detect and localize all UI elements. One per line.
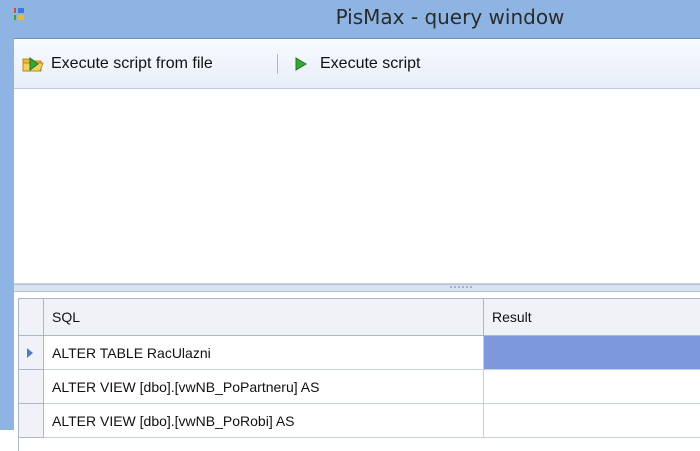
result-cell[interactable] [484, 404, 700, 438]
splitter[interactable] [14, 284, 700, 292]
execute-script-from-file-button[interactable]: Execute script from file [22, 53, 213, 75]
folder-play-icon [22, 55, 44, 73]
sql-cell[interactable]: ALTER TABLE RacUlazni [44, 336, 484, 370]
row-header[interactable] [19, 370, 44, 404]
title-bar[interactable]: PisMax - query window [0, 0, 700, 38]
window-left-border [0, 0, 14, 430]
table-row[interactable]: ALTER VIEW [dbo].[vwNB_PoPartneru] AS [19, 370, 700, 404]
execute-script-button[interactable]: Execute script [291, 53, 420, 75]
window-title: PisMax - query window [335, 5, 565, 29]
play-icon [291, 55, 313, 73]
client-area: Execute script from file Execute script … [14, 38, 700, 451]
execute-script-label: Execute script [320, 55, 421, 72]
query-window: PisMax - query window Execute script fro… [0, 0, 700, 451]
results-grid: SQL Result ALTER TABLE RacUlazni ALTER V… [18, 298, 700, 451]
toolbar: Execute script from file Execute script [14, 40, 700, 89]
column-header-sql[interactable]: SQL [44, 299, 484, 336]
table-row[interactable]: ALTER TABLE RacUlazni [19, 336, 700, 370]
execute-script-from-file-label: Execute script from file [51, 55, 213, 72]
sql-cell[interactable]: ALTER VIEW [dbo].[vwNB_PoPartneru] AS [44, 370, 484, 404]
row-header[interactable] [19, 404, 44, 438]
column-header-result[interactable]: Result [484, 299, 700, 336]
grid-corner-header[interactable] [19, 299, 44, 336]
sql-editor[interactable] [14, 89, 700, 284]
row-header[interactable] [19, 336, 44, 370]
current-row-arrow-icon [27, 348, 33, 358]
result-cell[interactable] [484, 336, 700, 370]
splitter-grip[interactable] [449, 286, 473, 288]
result-cell[interactable] [484, 370, 700, 404]
toolbar-separator [277, 54, 278, 74]
table-row[interactable]: ALTER VIEW [dbo].[vwNB_PoRobi] AS [19, 404, 700, 438]
sql-cell[interactable]: ALTER VIEW [dbo].[vwNB_PoRobi] AS [44, 404, 484, 438]
